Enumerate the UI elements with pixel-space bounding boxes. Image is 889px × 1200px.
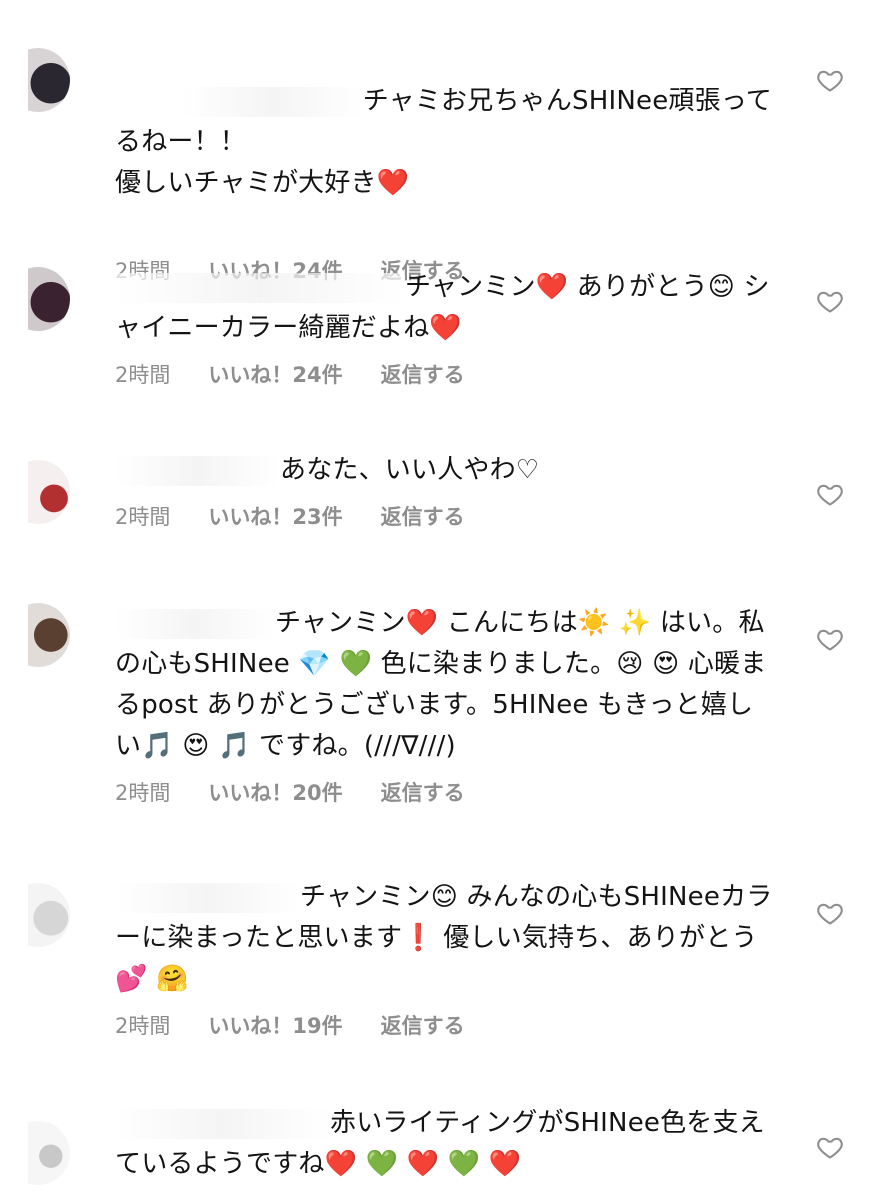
like-count-link[interactable]: いいね！23件 <box>208 501 342 531</box>
comment-text: 赤いライティングがSHINee色を支えているようですね❤️ 💚 ❤️ 💚 ❤️ <box>115 1108 765 1179</box>
like-heart-icon[interactable] <box>816 1133 844 1161</box>
like-heart-icon[interactable] <box>816 625 844 653</box>
like-heart-icon[interactable] <box>816 480 844 508</box>
comment-text: チャンミン❤️ こんにちは☀️ ✨ はい。私の心もSHINee 💎 💚 色に染ま… <box>115 608 767 761</box>
comment-meta: 2時間 いいね！24件 返信する <box>115 359 775 389</box>
comment-time: 2時間 <box>115 363 171 387</box>
reply-button[interactable]: 返信する <box>381 1010 465 1040</box>
comment-text: チャンミン❤️ ありがとう😊 シャイニーカラー綺麗だよね❤️ <box>115 272 770 343</box>
avatar[interactable] <box>28 1121 70 1193</box>
comment-time: 2時間 <box>115 1014 171 1038</box>
reply-button[interactable]: 返信する <box>381 777 465 807</box>
reply-button[interactable]: 返信する <box>381 359 465 389</box>
comment-meta: 2時間 いいね！19件 返信する <box>115 1010 775 1040</box>
comment-meta: 2時間 いいね！20件 返信する <box>115 777 775 807</box>
comment-time: 2時間 <box>115 505 171 529</box>
like-heart-icon[interactable] <box>816 287 844 315</box>
avatar[interactable] <box>28 603 70 675</box>
comment-time: 2時間 <box>115 781 171 805</box>
like-count-link[interactable]: いいね！24件 <box>208 359 342 389</box>
comment-text: あなた、いい人やわ♡ <box>115 450 775 491</box>
avatar[interactable] <box>28 460 70 532</box>
like-heart-icon[interactable] <box>816 66 844 94</box>
comment-text: チャミお兄ちゃんSHINee頑張ってるねー！！ 優しいチャミが大好き❤️ <box>115 86 772 198</box>
like-count-link[interactable]: いいね！20件 <box>208 777 342 807</box>
avatar[interactable] <box>28 267 70 339</box>
comment-meta: 2時間 いいね！23件 返信する <box>115 501 775 531</box>
like-count-link[interactable]: いいね！19件 <box>208 1010 342 1040</box>
reply-button[interactable]: 返信する <box>381 501 465 531</box>
comment-feed: チャミお兄ちゃんSHINee頑張ってるねー！！ 優しいチャミが大好き❤️ 2時間… <box>0 0 889 1200</box>
comment-text: チャンミン😊 みんなの心もSHINeeカラーに染まったと思います❗️ 優しい気持… <box>115 882 773 994</box>
avatar[interactable] <box>28 883 70 955</box>
avatar[interactable] <box>28 48 70 120</box>
like-heart-icon[interactable] <box>816 899 844 927</box>
